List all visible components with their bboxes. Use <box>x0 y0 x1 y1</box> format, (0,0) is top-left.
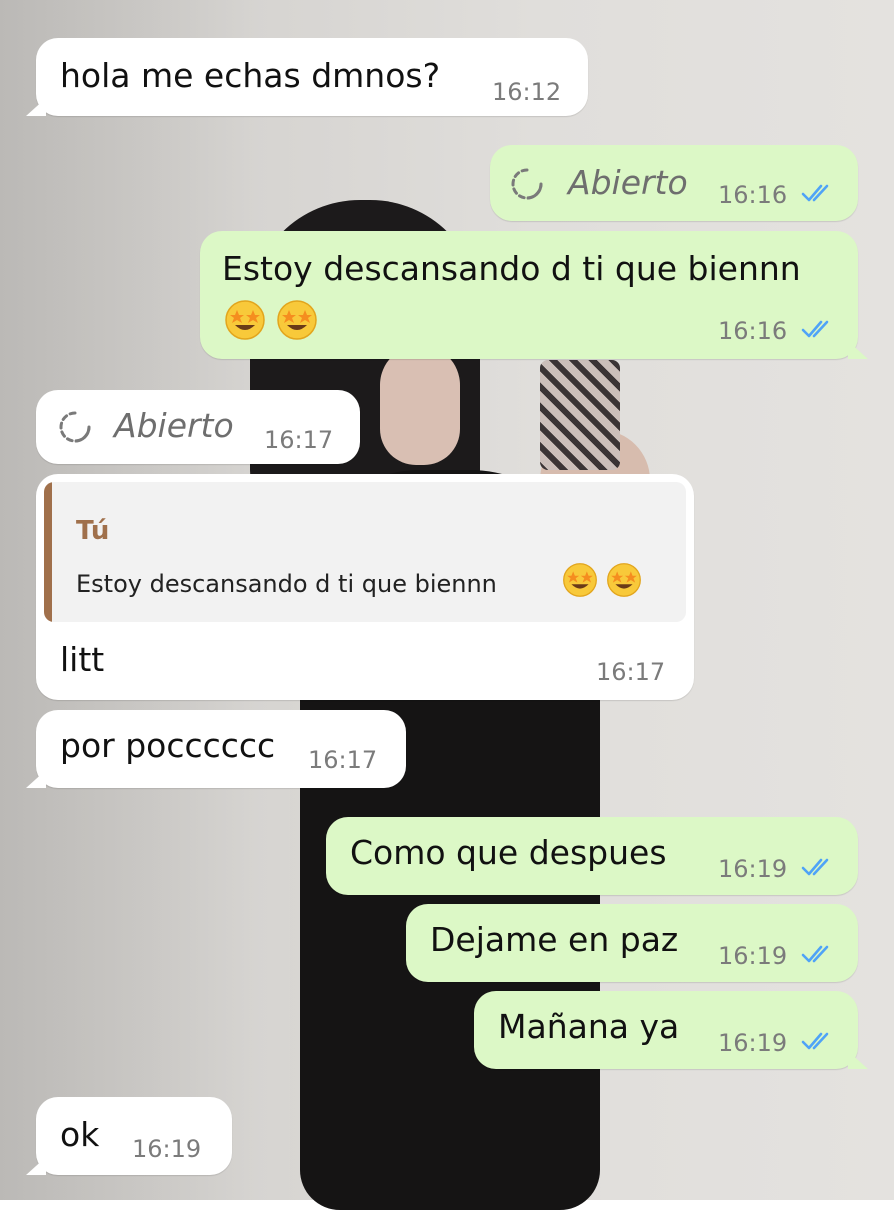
double-check-icon <box>800 317 834 341</box>
message-bubble-incoming[interactable]: Abierto 16:17 <box>36 390 360 464</box>
message-bubble-incoming[interactable]: Tú Estoy descansando d ti que biennn lit… <box>36 474 694 700</box>
wallpaper-figure-phone <box>540 360 620 470</box>
message-text: hola me echas dmnos? <box>60 56 441 95</box>
star-struck-emoji <box>224 299 266 341</box>
message-time: 16:16 <box>718 317 788 345</box>
bubble-tail <box>26 1157 46 1175</box>
double-check-icon <box>800 942 834 966</box>
star-struck-emoji <box>562 562 598 598</box>
view-once-icon <box>58 410 92 444</box>
message-bubble-outgoing[interactable]: Dejame en paz 16:19 <box>406 904 858 982</box>
message-bubble-incoming[interactable]: hola me echas dmnos? 16:12 <box>36 38 588 116</box>
message-bubble-incoming[interactable]: ok 16:19 <box>36 1097 232 1175</box>
message-text: Estoy descansando d ti que biennn <box>222 249 801 288</box>
bubble-tail <box>26 770 46 788</box>
message-time: 16:17 <box>308 746 378 774</box>
message-text: litt <box>60 640 105 679</box>
star-struck-emoji <box>276 299 318 341</box>
message-time: 16:16 <box>718 181 788 209</box>
message-bubble-outgoing[interactable]: Estoy descansando d ti que biennn 16:16 <box>200 231 858 359</box>
quote-text: Estoy descansando d ti que biennn <box>76 570 497 598</box>
double-check-icon <box>800 1029 834 1053</box>
view-once-icon <box>510 167 544 201</box>
message-time: 16:17 <box>596 658 666 686</box>
message-text: Como que despues <box>350 833 667 872</box>
star-struck-emoji <box>606 562 642 598</box>
bubble-tail <box>848 341 868 359</box>
view-once-label: Abierto <box>114 406 234 445</box>
quote-author: Tú <box>76 516 110 546</box>
message-bubble-outgoing[interactable]: Como que despues 16:19 <box>326 817 858 895</box>
message-text: ok <box>60 1115 100 1154</box>
message-text: por pocccccc <box>60 726 276 765</box>
quote-accent-bar <box>44 482 52 622</box>
message-time: 16:12 <box>492 78 562 106</box>
bubble-tail <box>26 98 46 116</box>
message-bubble-outgoing[interactable]: Mañana ya 16:19 <box>474 991 858 1069</box>
quoted-message[interactable]: Tú Estoy descansando d ti que biennn <box>44 482 686 622</box>
message-time: 16:19 <box>718 942 788 970</box>
message-text: Mañana ya <box>498 1007 680 1046</box>
message-bubble-incoming[interactable]: por pocccccc 16:17 <box>36 710 406 788</box>
double-check-icon <box>800 181 834 205</box>
message-bubble-outgoing[interactable]: Abierto 16:16 <box>490 145 858 221</box>
message-text: Dejame en paz <box>430 920 679 959</box>
wallpaper-figure-face <box>380 345 460 465</box>
message-time: 16:19 <box>718 1029 788 1057</box>
double-check-icon <box>800 855 834 879</box>
message-time: 16:19 <box>132 1135 202 1163</box>
message-time: 16:19 <box>718 855 788 883</box>
bubble-tail <box>848 1051 868 1069</box>
view-once-label: Abierto <box>568 163 688 202</box>
message-time: 16:17 <box>264 426 334 454</box>
